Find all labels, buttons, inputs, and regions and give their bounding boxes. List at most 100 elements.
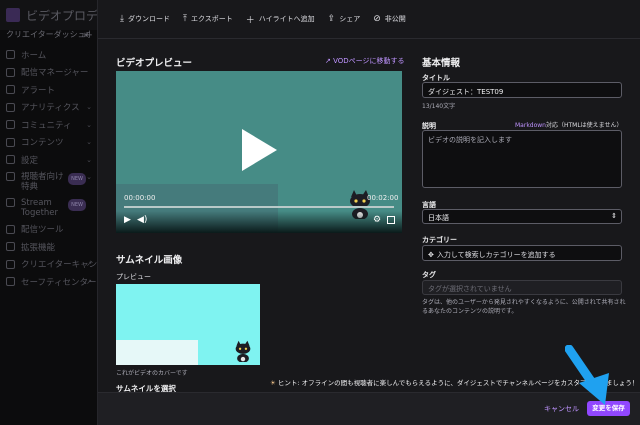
sidebar-item[interactable]: コンテンツ ⌄ xyxy=(0,134,100,152)
export-button[interactable]: ⤒ エクスポート xyxy=(183,14,233,24)
sidebar-item-icon xyxy=(6,259,15,269)
share-button[interactable]: ⇪ シェア xyxy=(328,14,361,24)
app-logo xyxy=(6,8,20,22)
private-label: 非公開 xyxy=(384,15,406,23)
sidebar-item[interactable]: 拡張機能 xyxy=(0,238,100,256)
sidebar-item[interactable]: アラート xyxy=(0,81,100,99)
category-placeholder: 入力して検索しカテゴリーを追加する xyxy=(436,251,556,259)
sidebar-item-label: アラート xyxy=(21,85,56,96)
toolbar-divider xyxy=(98,38,640,39)
play-icon[interactable]: ▶ xyxy=(124,215,131,225)
add-to-highlight-button[interactable]: ＋ ハイライトへ追加 xyxy=(246,13,315,26)
description-textarea[interactable]: ビデオの説明を記入します xyxy=(422,130,622,188)
export-label: エクスポート xyxy=(190,15,233,23)
current-time: 00:00:00 xyxy=(124,194,156,202)
dashboard-subheading: クリエイターダッシュボー… xyxy=(6,30,90,39)
private-button[interactable]: ⊘ 非公開 xyxy=(373,14,406,24)
download-label: ダウンロード xyxy=(127,15,170,23)
thumbnail-image xyxy=(116,284,260,365)
basic-info-heading: 基本情報 xyxy=(422,58,461,69)
sidebar-item-label: 配信ツール xyxy=(21,225,64,236)
modal-toolbar: ⤓ ダウンロード ⤒ エクスポート ＋ ハイライトへ追加 ⇪ シェア ⊘ 非公開 xyxy=(98,0,640,38)
sidebar-item-icon xyxy=(6,137,15,147)
gear-icon[interactable]: ⚙ xyxy=(373,215,381,225)
vod-page-link[interactable]: ↗ VODページに移動する xyxy=(325,56,405,66)
sidebar-item-label: アナリティクス xyxy=(21,103,80,114)
pointer-arrow-icon xyxy=(565,345,609,405)
sidebar-item[interactable]: 配信マネージャー xyxy=(0,64,100,82)
volume-icon[interactable]: ◀) xyxy=(137,215,147,225)
sidebar-item-icon xyxy=(6,277,15,287)
sidebar-item[interactable]: 設定 ⌄ xyxy=(0,151,100,169)
markdown-link[interactable]: Markdown xyxy=(515,122,546,129)
tag-hint-text: タグは、他のユーザーから発見されやすくなるように、公開されて共有されるあなたのコ… xyxy=(422,299,626,315)
sidebar-item[interactable]: 配信ツール xyxy=(0,221,100,239)
category-label: カテゴリー xyxy=(422,236,457,244)
sidebar-item-label: 拡張機能 xyxy=(21,242,56,253)
sidebar-item-icon xyxy=(6,197,15,207)
background-sidebar: ホーム 配信マネージャー アラート アナリティクス ⌄ コミュニティ ⌄ コンテンツ ⌄ 設定 ⌄ 視… xyxy=(0,46,105,291)
video-player[interactable]: 00:00:00 00:02:00 ▶ ◀) ⚙ xyxy=(116,71,402,233)
sidebar-item[interactable]: 視聴者向け 特典 ⌄ NEW xyxy=(0,169,100,195)
sidebar-item-icon xyxy=(6,85,15,95)
play-overlay-icon[interactable] xyxy=(242,129,277,171)
markdown-note: Markdown対応（HTMLは使えません） xyxy=(515,120,623,129)
share-label: シェア xyxy=(339,15,361,23)
download-icon: ⤓ xyxy=(120,14,124,24)
sidebar-item-label: コンテンツ xyxy=(21,138,64,149)
eye-off-icon: ⊘ xyxy=(373,14,381,24)
player-controls-gradient xyxy=(116,211,402,233)
external-arrow-icon: ↗ xyxy=(325,57,334,65)
video-duration: 00:02:00 xyxy=(367,194,399,202)
gamepad-icon: ✥ xyxy=(428,251,434,259)
sidebar-item-icon xyxy=(6,50,15,60)
chevron-down-icon: ⌄ xyxy=(86,172,92,181)
video-preview-heading: ビデオプレビュー xyxy=(116,58,193,69)
sidebar-item-icon xyxy=(6,120,15,130)
external-link-icon: ↗ xyxy=(86,277,92,286)
sidebar-item-icon xyxy=(6,224,15,234)
chevron-down-icon: ⌄ xyxy=(86,138,92,147)
plus-icon: ＋ xyxy=(245,15,255,26)
sidebar-item-icon xyxy=(6,171,15,181)
download-button[interactable]: ⤓ ダウンロード xyxy=(120,14,170,24)
sidebar-item-label: 配信マネージャー xyxy=(21,68,89,79)
sidebar-item-icon xyxy=(6,102,15,112)
lightbulb-icon: ☀ xyxy=(270,379,276,387)
title-input[interactable]: ダイジェスト：TEST09 xyxy=(422,82,622,98)
new-badge: NEW xyxy=(68,172,86,185)
seek-bar[interactable] xyxy=(124,206,394,208)
fullscreen-icon[interactable] xyxy=(387,216,395,224)
chevron-down-icon: ⌄ xyxy=(86,120,92,129)
category-search-input[interactable]: ✥ 入力して検索しカテゴリーを追加する xyxy=(422,245,622,261)
sidebar-item-label: 設定 xyxy=(21,155,39,166)
collapse-sidebar-icon[interactable]: ⇤ xyxy=(84,30,92,41)
thumbnail-heading: サムネイル画像 xyxy=(116,255,183,266)
sidebar-item[interactable]: ホーム xyxy=(0,46,100,64)
new-badge: NEW xyxy=(68,198,86,211)
upload-icon: ⤒ xyxy=(182,14,187,24)
cat-mascot-image xyxy=(235,340,251,362)
vod-link-label: VODページに移動する xyxy=(333,57,405,65)
markdown-note-text: 対応（HTMLは使えません） xyxy=(545,122,623,129)
chevron-updown-icon: ⇕ xyxy=(611,212,617,220)
sidebar-item-label: クリエイターキャンプ xyxy=(21,260,106,271)
sidebar-item[interactable]: クリエイターキャンプ ↗ xyxy=(0,256,105,274)
sidebar-item[interactable]: アナリティクス ⌄ xyxy=(0,99,100,117)
sidebar-item-icon xyxy=(6,242,15,252)
sidebar-item[interactable]: Stream Together NEW xyxy=(0,195,100,221)
thumbnail-band xyxy=(116,340,198,365)
sidebar-item[interactable]: セーフティセンター ↗ xyxy=(0,273,100,291)
sidebar-item[interactable]: コミュニティ ⌄ xyxy=(0,116,100,134)
hint-bar: ☀ ヒント: オフラインの間も視聴者に楽しんでもらえるように、ダイジェストでチャン… xyxy=(98,370,640,390)
sidebar-item-label: Stream Together xyxy=(21,197,59,218)
thumbnail-preview-label: プレビュー xyxy=(116,273,151,281)
tag-input[interactable]: タグが選択されていません xyxy=(422,280,622,295)
language-select[interactable]: 日本語 ⇕ xyxy=(422,209,622,224)
chevron-down-icon: ⌄ xyxy=(86,155,92,164)
add-to-highlight-label: ハイライトへ追加 xyxy=(258,15,315,23)
sidebar-item-icon xyxy=(6,155,15,165)
video-edit-modal: ⤓ ダウンロード ⤒ エクスポート ＋ ハイライトへ追加 ⇪ シェア ⊘ 非公開… xyxy=(97,0,640,425)
sidebar-item-icon xyxy=(6,67,15,77)
chevron-down-icon: ⌄ xyxy=(86,103,92,112)
